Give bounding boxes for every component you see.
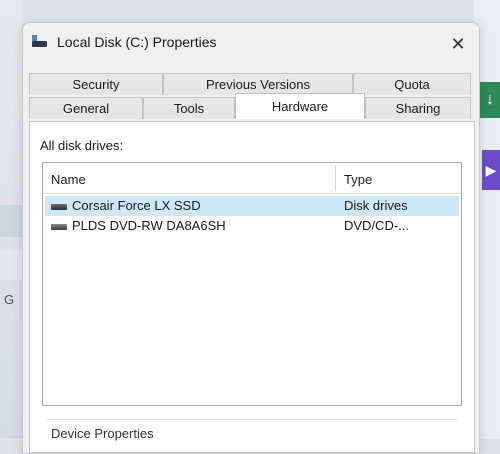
tab-previous-versions[interactable]: Previous Versions <box>163 73 353 95</box>
list-item[interactable]: PLDS DVD-RW DA8A6SH DVD/CD-... <box>45 216 459 236</box>
list-header: Name Type <box>43 163 461 194</box>
device-name: Corsair Force LX SSD <box>72 198 201 213</box>
all-disk-drives-label: All disk drives: <box>40 138 124 153</box>
close-button[interactable]: ✕ <box>445 31 471 57</box>
disk-drive-icon <box>51 204 67 210</box>
list-item[interactable]: Corsair Force LX SSD Disk drives <box>45 196 459 216</box>
tab-security[interactable]: Security <box>29 73 163 95</box>
dvd-drive-icon <box>51 224 67 230</box>
background-glyph: G <box>4 292 15 307</box>
tab-sharing[interactable]: Sharing <box>365 97 471 119</box>
background-stripe <box>0 205 22 237</box>
hardware-tab-panel: All disk drives: Name Type Corsair Force… <box>29 121 475 453</box>
properties-dialog: Local Disk (C:) Properties ✕ Security Pr… <box>22 22 480 454</box>
tab-quota[interactable]: Quota <box>353 73 471 95</box>
play-icon[interactable]: ▶ <box>482 150 500 190</box>
device-type: DVD/CD-... <box>344 218 409 233</box>
group-divider <box>47 419 457 420</box>
column-divider[interactable] <box>335 165 336 191</box>
column-header-type[interactable]: Type <box>344 172 372 187</box>
window-title: Local Disk (C:) Properties <box>57 34 217 50</box>
title-bar[interactable]: Local Disk (C:) Properties ✕ <box>23 23 479 63</box>
tab-general[interactable]: General <box>29 97 143 119</box>
disk-drive-icon <box>32 35 48 49</box>
disk-drive-list[interactable]: Name Type Corsair Force LX SSD Disk driv… <box>42 162 462 406</box>
background-stripe <box>0 250 22 280</box>
download-icon[interactable]: ↓ <box>480 82 500 118</box>
device-type: Disk drives <box>344 198 408 213</box>
close-icon: ✕ <box>450 33 466 54</box>
tab-tools[interactable]: Tools <box>143 97 235 119</box>
column-header-name[interactable]: Name <box>51 172 86 187</box>
tab-hardware[interactable]: Hardware <box>235 93 365 119</box>
background-window-left: G <box>0 0 22 439</box>
device-name: PLDS DVD-RW DA8A6SH <box>72 218 226 233</box>
